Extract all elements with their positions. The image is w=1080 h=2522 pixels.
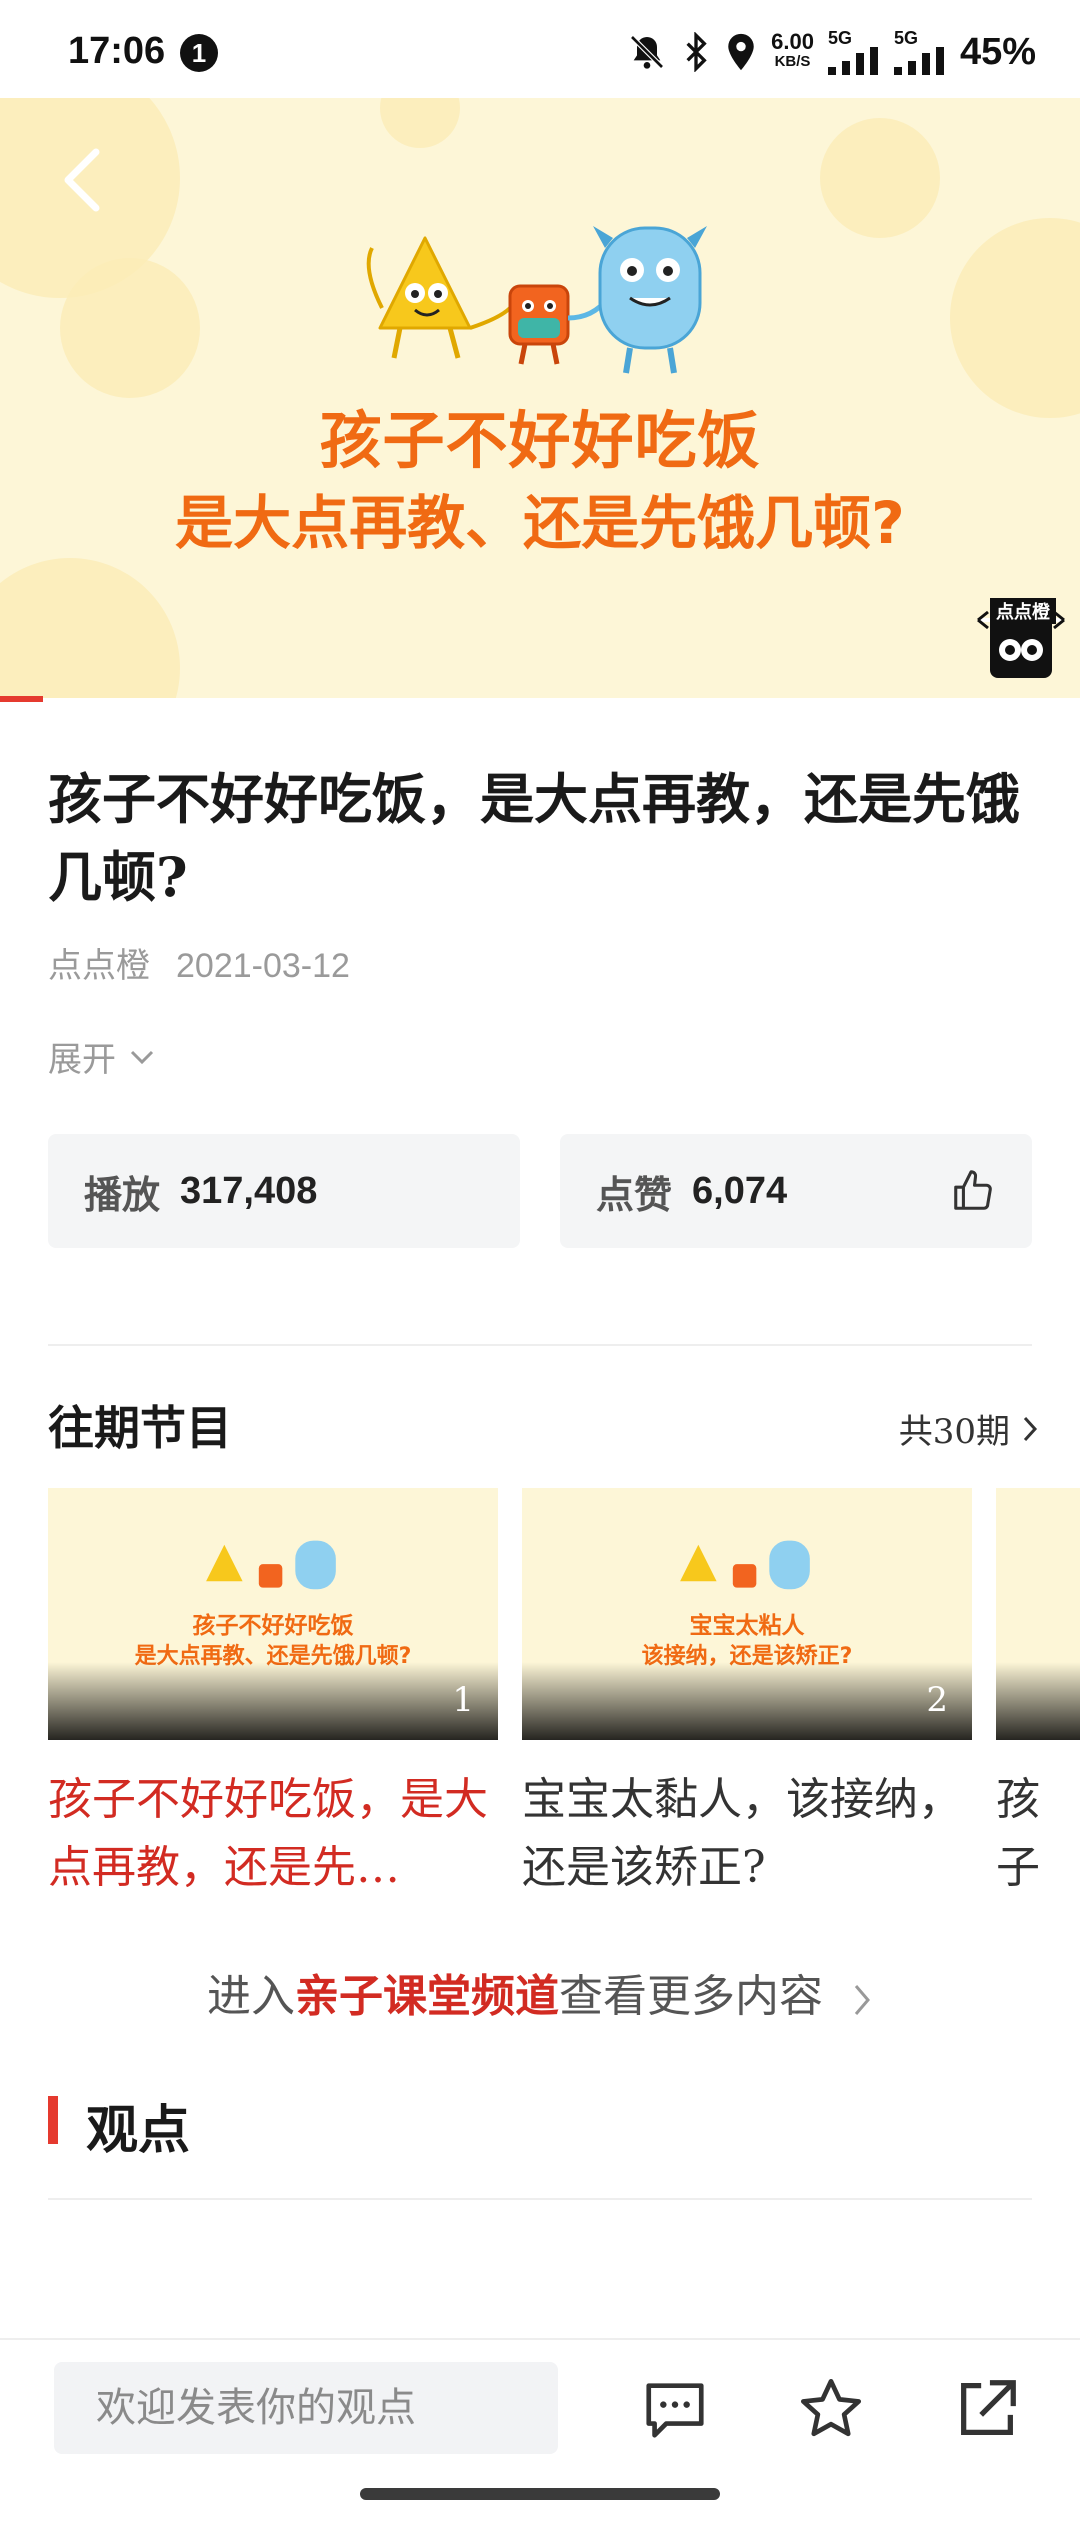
episode-number: 1 [452, 1680, 474, 1720]
episode-total: 共30期 [898, 1412, 1010, 1452]
signal-1-label: 5G [827, 28, 852, 48]
episode-thumb-line1: 孩子不好好吃饭 [192, 1613, 354, 1639]
episode-caption: 孩子不好好吃饭，是大点再教，还是先… [48, 1774, 488, 1893]
episode-thumb-line1: 宝宝太粘人 [689, 1613, 805, 1639]
status-bar: 17:06 1 6.00 KB/S 5G 5G 45% [0, 0, 1080, 100]
location-icon [728, 33, 754, 71]
expand-button[interactable]: 展开 [48, 1032, 156, 1081]
share-icon[interactable] [952, 2374, 1022, 2444]
play-count-label: 播放 [84, 1171, 161, 1217]
past-episodes-heading: 往期节目 [48, 1401, 232, 1455]
net-speed-value: 6.00 [771, 29, 814, 54]
chevron-down-icon [130, 1050, 154, 1064]
thumb-shade [996, 1662, 1080, 1740]
net-speed-unit: KB/S [774, 53, 811, 70]
channel-link-prefix: 进入 [207, 1971, 295, 2022]
decor-bubble [380, 98, 460, 148]
decor-bubble [820, 118, 940, 238]
channel-link-suffix: 查看更多内容 [559, 1971, 823, 2022]
thumb-shade [48, 1662, 498, 1740]
chevron-right-icon [854, 1984, 870, 2015]
episode-caption: 宝宝太黏人，该接纳，还是该矫正? [522, 1774, 962, 1893]
comment-icon[interactable] [640, 2374, 710, 2444]
play-count-value: 317,408 [180, 1169, 318, 1212]
thumbs-up-icon[interactable] [950, 1168, 996, 1214]
article-meta: 点点橙 2021-03-12 [48, 938, 350, 987]
publish-date: 2021-03-12 [176, 947, 350, 985]
star-icon[interactable] [796, 2374, 866, 2444]
cartoon-characters-illustration [680, 1540, 810, 1590]
chevron-right-icon [1023, 1416, 1038, 1441]
cartoon-characters-illustration [366, 226, 707, 374]
section-divider [48, 2198, 1032, 2200]
bluetooth-icon [686, 32, 707, 72]
channel-logo-text: 点点橙 [990, 598, 1056, 624]
author-name[interactable]: 点点橙 [48, 947, 150, 985]
video-player[interactable]: 孩子不好好吃饭 是大点再教、还是先饿几顿? 点点橙 [0, 98, 1080, 698]
episode-thumbnail [996, 1488, 1080, 1740]
bottom-action-bar [0, 2338, 1080, 2522]
video-title-line2: 是大点再教、还是先饿几顿? [175, 489, 905, 557]
signal-bars-icon [827, 47, 878, 75]
episode-caption: 孩子随他 [996, 1774, 1040, 1893]
channel-link-highlight: 亲子课堂频道 [295, 1971, 559, 2022]
comment-input[interactable] [54, 2362, 558, 2454]
opinion-accent-bar [48, 2096, 58, 2144]
status-icons: 6.00 KB/S 5G 5G 45% [627, 26, 1036, 78]
episode-thumbnail: 孩子不好好吃饭 是大点再教、还是先饿几顿? 1 [48, 1488, 498, 1740]
all-episodes-link[interactable]: 共30期 [899, 1404, 1040, 1453]
battery-level: 45% [959, 30, 1036, 73]
like-label: 点赞 [596, 1171, 673, 1217]
like-count-value: 6,074 [692, 1169, 788, 1212]
mute-bell-icon [630, 35, 664, 69]
status-time: 17:06 [68, 30, 166, 72]
video-title-line1: 孩子不好好吃饭 [319, 404, 761, 477]
expand-label: 展开 [48, 1040, 116, 1080]
signal-bars-icon [893, 47, 944, 75]
episode-number: 2 [926, 1680, 948, 1720]
home-indicator[interactable] [360, 2488, 720, 2500]
decor-bubble [0, 558, 180, 698]
signal-2: 5G [893, 28, 946, 75]
episode-card[interactable]: 孩子不好好吃饭 是大点再教、还是先饿几顿? 1 孩子不好好吃饭，是大点再教，还是… [48, 1488, 498, 1902]
like-card[interactable]: 点赞 6,074 [560, 1134, 1032, 1248]
thumb-shade [522, 1662, 972, 1740]
channel-link[interactable]: 进入亲子课堂频道查看更多内容 [0, 1960, 1080, 2024]
episode-thumbnail: 宝宝太粘人 该接纳，还是该矫正? 2 [522, 1488, 972, 1740]
decor-bubble [950, 218, 1080, 418]
episode-carousel[interactable]: 孩子不好好吃饭 是大点再教、还是先饿几顿? 1 孩子不好好吃饭，是大点再教，还是… [48, 1488, 1080, 1908]
opinion-heading: 观点 [86, 2100, 191, 2161]
episode-card[interactable]: 宝宝太粘人 该接纳，还是该矫正? 2 宝宝太黏人，该接纳，还是该矫正? [522, 1488, 972, 1902]
back-arrow-icon[interactable] [60, 148, 104, 212]
cartoon-characters-illustration [206, 1540, 336, 1590]
play-count-card: 播放 317,408 [48, 1134, 520, 1248]
signal-2-label: 5G [893, 28, 918, 48]
section-divider [48, 1344, 1032, 1346]
episode-card[interactable]: 孩子随他 [996, 1488, 1080, 1908]
decor-bubble [60, 258, 200, 398]
article-title: 孩子不好好吃饭，是大点再教，还是先饿几顿? [48, 767, 1020, 909]
signal-1: 5G [827, 28, 880, 75]
notification-badge: 1 [180, 34, 218, 72]
video-progress-bar[interactable] [0, 696, 44, 702]
net-speed: 6.00 KB/S [771, 29, 814, 72]
